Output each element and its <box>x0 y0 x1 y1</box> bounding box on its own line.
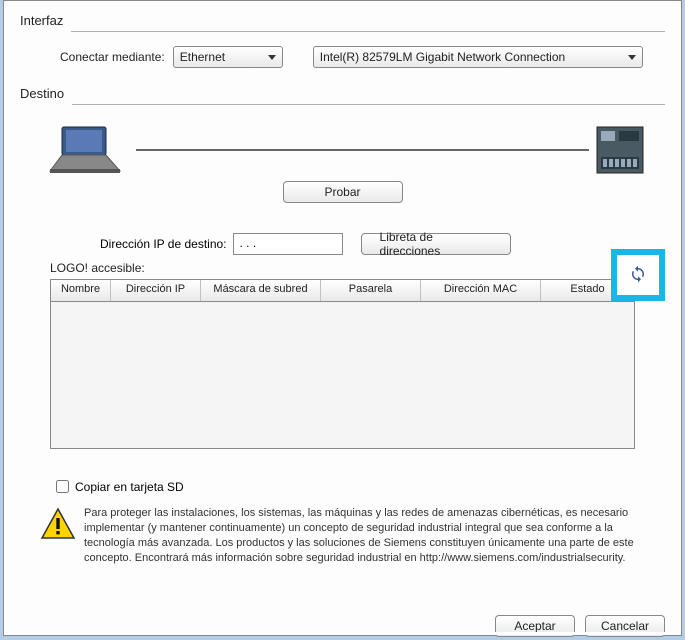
interface-section-header: Interfaz <box>20 13 665 34</box>
ip-row: Dirección IP de destino: . . . Libreta d… <box>100 233 665 255</box>
probar-row: Probar <box>20 181 665 203</box>
test-button[interactable]: Probar <box>283 181 403 203</box>
test-button-label: Probar <box>324 185 360 199</box>
sd-row: Copiar en tarjeta SD <box>52 477 665 496</box>
col-name[interactable]: Nombre <box>51 280 111 301</box>
ip-value: . . . <box>240 236 257 250</box>
addressbook-label: Libreta de direcciones <box>380 230 492 258</box>
accessible-table[interactable]: Nombre Dirección IP Máscara de subred Pa… <box>50 279 635 449</box>
col-ip[interactable]: Dirección IP <box>111 280 201 301</box>
col-mac[interactable]: Dirección MAC <box>421 280 541 301</box>
warning-row: Para proteger las instalaciones, los sis… <box>40 506 645 565</box>
nic-value: Intel(R) 82579LM Gigabit Network Connect… <box>320 50 565 64</box>
laptop-icon <box>40 125 130 175</box>
connector-line <box>136 149 589 151</box>
nic-select[interactable]: Intel(R) 82579LM Gigabit Network Connect… <box>313 46 643 68</box>
ip-input[interactable]: . . . <box>233 233 343 255</box>
copy-sd-checkbox[interactable] <box>56 480 69 493</box>
col-subnet[interactable]: Máscara de subred <box>201 280 321 301</box>
copy-sd-label: Copiar en tarjeta SD <box>75 480 184 494</box>
connect-via-value: Ethernet <box>180 50 225 64</box>
warning-icon <box>40 506 76 542</box>
cutoff-mask <box>4 632 681 635</box>
interface-row: Conectar mediante: Ethernet Intel(R) 825… <box>20 46 665 68</box>
addressbook-button[interactable]: Libreta de direcciones <box>361 233 511 255</box>
warning-text: Para proteger las instalaciones, los sis… <box>84 506 645 565</box>
connect-via-label: Conectar mediante: <box>60 50 165 64</box>
col-gateway[interactable]: Pasarela <box>321 280 421 301</box>
refresh-highlight <box>611 249 665 301</box>
connect-via-select[interactable]: Ethernet <box>173 46 283 68</box>
interface-title: Interfaz <box>20 13 63 28</box>
cancel-label: Cancelar <box>601 619 649 633</box>
divider <box>72 104 665 105</box>
accessible-label: LOGO! accesible: <box>50 261 665 275</box>
ip-label: Dirección IP de destino: <box>100 237 227 251</box>
plc-icon <box>595 125 645 175</box>
divider <box>71 31 665 32</box>
refresh-button[interactable] <box>629 265 647 286</box>
ok-label: Aceptar <box>514 619 555 633</box>
target-section-header: Destino <box>20 86 665 107</box>
target-title: Destino <box>20 86 64 101</box>
transfer-dialog: Interfaz Conectar mediante: Ethernet Int… <box>3 0 682 636</box>
table-header: Nombre Dirección IP Máscara de subred Pa… <box>51 280 634 302</box>
target-graphic <box>40 125 645 175</box>
refresh-icon <box>629 265 647 283</box>
